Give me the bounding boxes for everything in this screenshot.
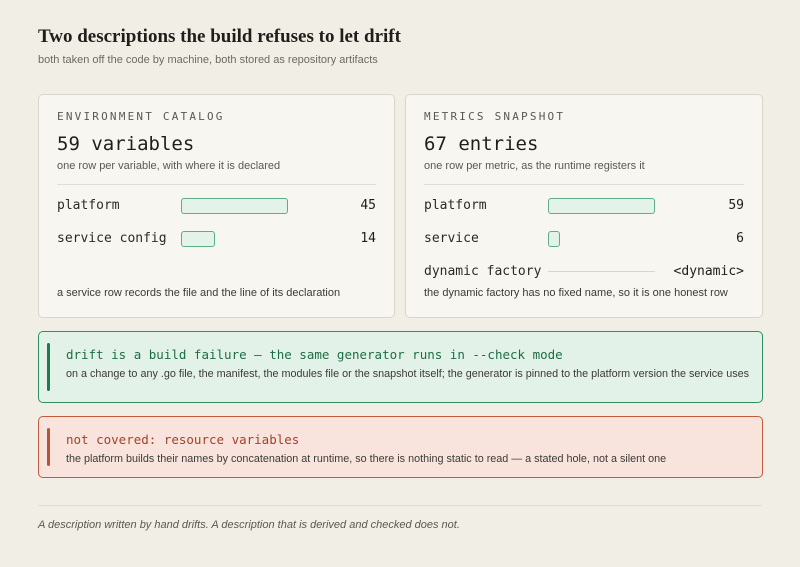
row-label: platform [57,198,120,213]
card-count: 59 variables [57,133,195,155]
row-value: 6 [736,231,744,246]
row-label: platform [424,198,487,213]
count-bar [548,231,560,247]
card-kicker: ENVIRONMENT CATALOG [57,110,225,123]
card-kicker: METRICS SNAPSHOT [424,110,566,123]
environment-catalog-card: ENVIRONMENT CATALOG 59 variables one row… [38,94,395,318]
card-divider [424,184,744,185]
callout-accent-bar [47,428,50,466]
page-subtitle: both taken off the code by machine, both… [38,54,378,66]
count-bar [181,198,288,214]
metrics-snapshot-card: METRICS SNAPSHOT 67 entries one row per … [405,94,763,318]
env-row-platform: platform 45 [57,196,376,216]
env-row-service-config: service config 14 [57,229,376,249]
footer-tagline: A description written by hand drifts. A … [38,519,460,531]
card-count: 67 entries [424,133,539,155]
row-value: 45 [360,198,376,213]
metrics-row-dynamic-factory: dynamic factory <dynamic> [424,262,744,282]
drift-check-callout: drift is a build failure — the same gene… [38,331,763,403]
coverage-gap-callout: not covered: resource variables the plat… [38,416,763,478]
callout-heading: not covered: resource variables [66,432,300,447]
callout-accent-bar [47,343,50,391]
card-footnote: a service row records the file and the l… [57,287,341,299]
card-description: one row per metric, as the runtime regis… [424,160,645,172]
footer-divider [38,505,762,506]
callout-body: on a change to any .go file, the manifes… [66,368,749,380]
row-value: 59 [728,198,744,213]
row-value: <dynamic> [673,264,744,279]
card-description: one row per variable, with where it is d… [57,160,281,172]
count-bar [548,198,655,214]
page-title: Two descriptions the build refuses to le… [38,26,401,47]
card-footnote: the dynamic factory has no fixed name, s… [424,287,728,299]
row-value: 14 [360,231,376,246]
row-label: service config [57,231,167,246]
count-bar [181,231,215,247]
callout-body: the platform builds their names by conca… [66,453,667,465]
card-divider [57,184,376,185]
metrics-row-service: service 6 [424,229,744,249]
metrics-row-platform: platform 59 [424,196,744,216]
row-label: service [424,231,479,246]
row-label: dynamic factory [424,264,542,279]
callout-heading: drift is a build failure — the same gene… [66,347,563,362]
dynamic-placeholder-line [548,271,655,272]
